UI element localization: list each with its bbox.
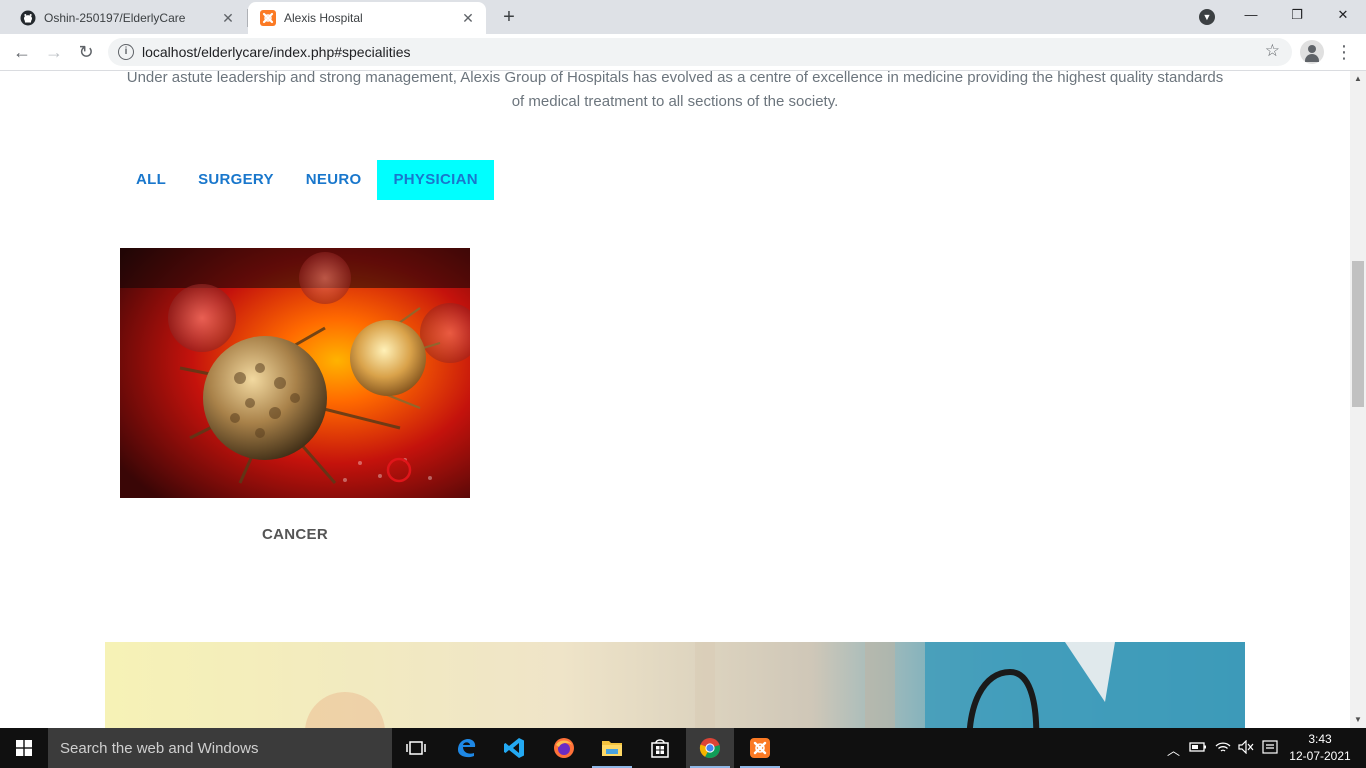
scrollbar-thumb[interactable] — [1352, 261, 1364, 407]
task-view-icon[interactable] — [392, 728, 440, 768]
reload-button[interactable]: ↻ — [74, 40, 98, 64]
site-info-icon[interactable]: i — [118, 44, 134, 60]
wifi-icon[interactable] — [1215, 740, 1231, 757]
clock-date: 12-07-2021 — [1289, 749, 1351, 763]
file-explorer-icon[interactable] — [588, 728, 636, 768]
address-bar[interactable]: i localhost/elderlycare/index.php#specia… — [108, 38, 1292, 66]
volume-muted-icon[interactable] — [1238, 739, 1254, 757]
new-tab-button[interactable]: + — [498, 6, 520, 28]
store-icon[interactable] — [636, 728, 684, 768]
vscode-icon[interactable] — [490, 728, 538, 768]
taskbar-search-placeholder: Search the web and Windows — [60, 740, 259, 757]
forward-button[interactable]: → — [42, 40, 66, 64]
battery-icon[interactable] — [1189, 741, 1207, 756]
filter-surgery[interactable]: SURGERY — [182, 160, 290, 200]
windows-taskbar: Search the web and Windows ︿ 3:43 12-07-… — [0, 728, 1366, 768]
filter-all[interactable]: ALL — [120, 160, 182, 200]
speciality-card-cancer[interactable]: CANCER — [120, 248, 470, 543]
notifications-icon[interactable] — [1262, 740, 1278, 757]
url-text[interactable]: localhost/elderlycare/index.php#speciali… — [142, 44, 411, 60]
minimize-button[interactable]: — — [1228, 0, 1274, 32]
speciality-filters: ALL SURGERY NEURO PHYSICIAN — [120, 160, 494, 200]
close-tab-icon[interactable]: ✕ — [220, 10, 236, 26]
filter-neuro[interactable]: NEURO — [290, 160, 378, 200]
taskbar-clock[interactable]: 3:43 12-07-2021 — [1282, 731, 1358, 765]
back-button[interactable]: ← — [10, 40, 34, 64]
avatar-head — [1308, 45, 1316, 53]
tab-github[interactable]: Oshin-250197/ElderlyCare ✕ — [8, 2, 246, 34]
show-hidden-icons-icon[interactable]: ︿ — [1167, 740, 1180, 759]
page-scrollbar[interactable]: ▲ ▼ — [1350, 71, 1366, 728]
scroll-down-arrow-icon[interactable]: ▼ — [1350, 712, 1366, 728]
filter-physician[interactable]: PHYSICIAN — [377, 160, 494, 200]
chrome-icon[interactable] — [686, 728, 734, 768]
page-viewport: Under astute leadership and strong manag… — [0, 71, 1350, 728]
firefox-icon[interactable] — [540, 728, 588, 768]
speciality-caption: CANCER — [262, 526, 328, 543]
tab-alexis-hospital[interactable]: Alexis Hospital ✕ — [248, 2, 486, 34]
avatar-body — [1305, 54, 1319, 62]
profile-avatar-icon[interactable] — [1300, 40, 1324, 64]
close-window-button[interactable]: ✕ — [1320, 0, 1366, 32]
tab-title: Oshin-250197/ElderlyCare — [44, 11, 186, 25]
tab-search-icon[interactable]: ▼ — [1199, 9, 1215, 25]
taskbar-search-input[interactable]: Search the web and Windows — [48, 728, 392, 768]
specialities-intro-text: Under astute leadership and strong manag… — [126, 71, 1224, 110]
github-icon — [20, 10, 36, 26]
xampp-icon[interactable] — [736, 728, 784, 768]
cancer-cells-image[interactable] — [120, 248, 470, 498]
scroll-up-arrow-icon[interactable]: ▲ — [1350, 71, 1366, 87]
browser-toolbar: ← → ↻ i localhost/elderlycare/index.php#… — [0, 34, 1366, 71]
doctor-banner-image — [105, 642, 1245, 728]
tab-title: Alexis Hospital — [284, 11, 363, 25]
browser-tab-strip: Oshin-250197/ElderlyCare ✕ Alexis Hospit… — [0, 0, 1366, 34]
edge-icon[interactable] — [442, 728, 490, 768]
clock-time: 3:43 — [1308, 732, 1332, 746]
close-tab-icon[interactable]: ✕ — [460, 10, 476, 26]
bookmark-star-icon[interactable]: ☆ — [1265, 41, 1280, 61]
xampp-icon — [260, 10, 276, 26]
browser-menu-icon[interactable]: ⋮ — [1334, 40, 1354, 64]
windows-start-icon[interactable] — [0, 728, 48, 768]
restore-button[interactable]: ❐ — [1274, 0, 1320, 32]
